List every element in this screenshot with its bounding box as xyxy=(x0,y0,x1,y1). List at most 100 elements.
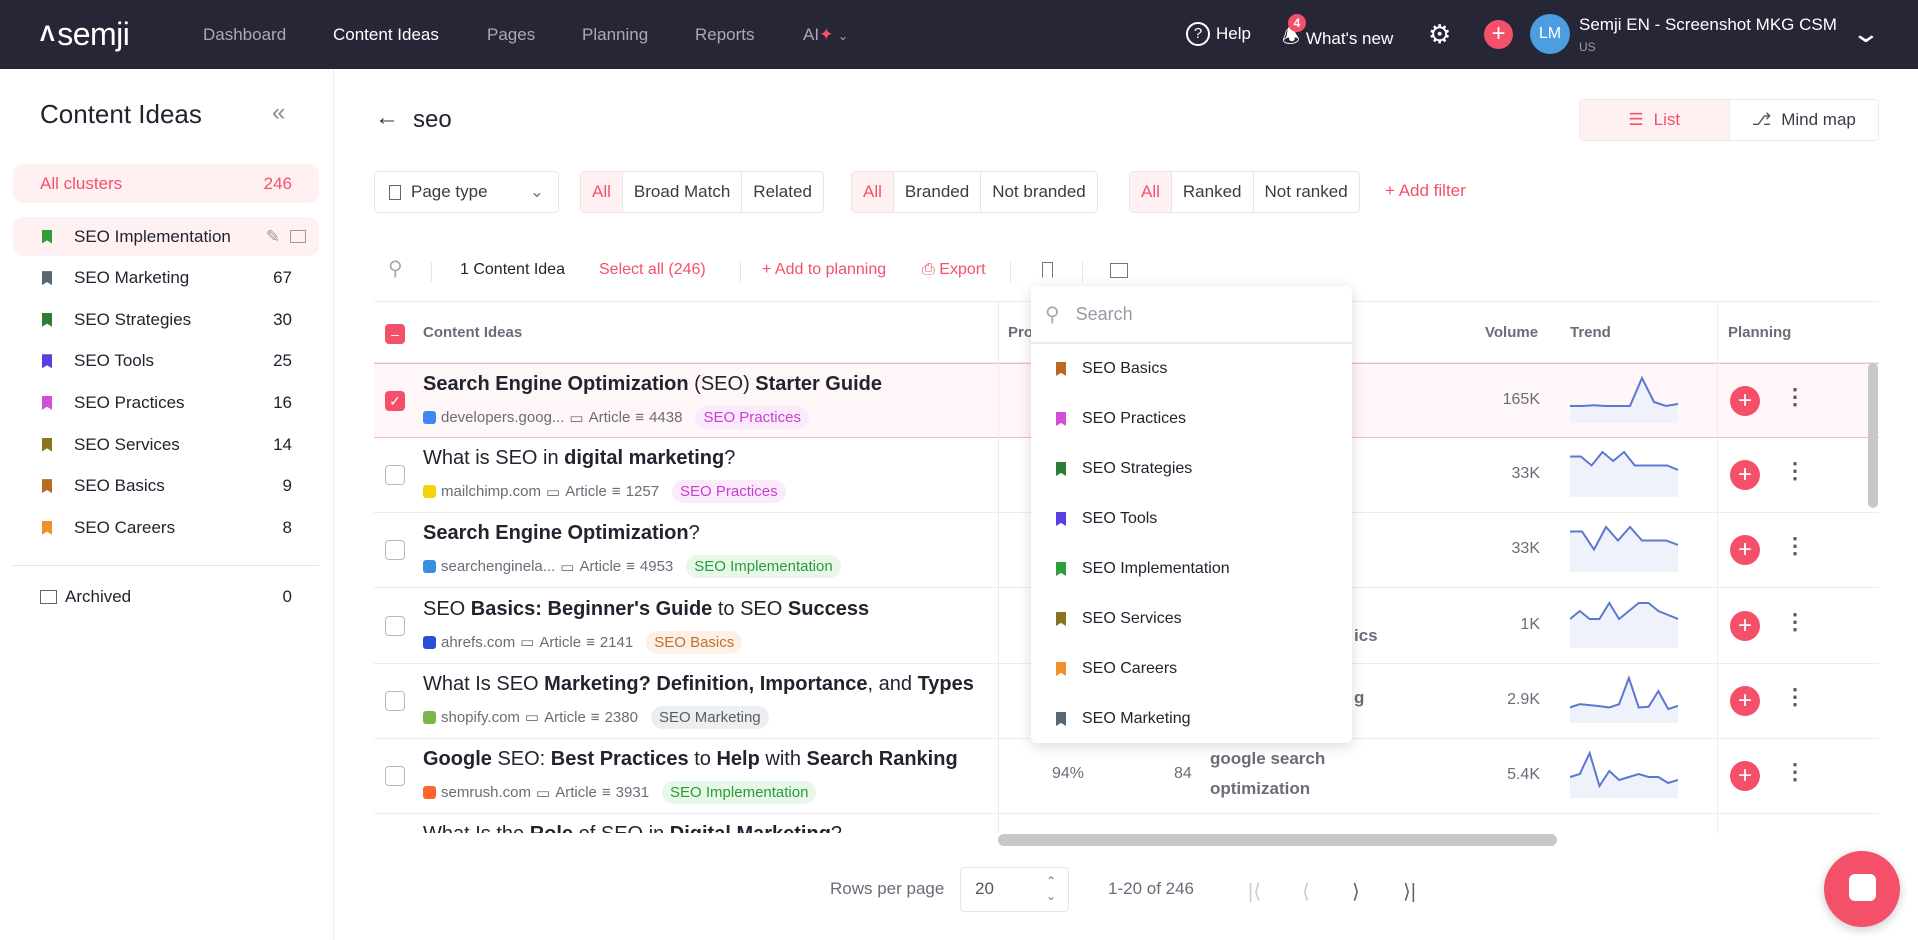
rank-all-button[interactable]: All xyxy=(1130,172,1171,212)
back-arrow-icon[interactable]: ← xyxy=(375,104,399,132)
row-checkbox[interactable]: ✓ xyxy=(385,391,405,411)
semji-logo[interactable]: Λsemji xyxy=(40,16,130,53)
content-idea-title[interactable]: Google SEO: Best Practices to Help with … xyxy=(423,748,958,771)
edit-icon[interactable]: ✎ xyxy=(266,227,280,247)
dropdown-cluster-option[interactable]: SEO Careers xyxy=(1031,644,1352,694)
search-icon[interactable]: ⚲ xyxy=(388,256,403,281)
more-options-icon[interactable]: ⋮ xyxy=(1784,759,1806,785)
vertical-scrollbar[interactable] xyxy=(1868,363,1878,508)
nav-dashboard[interactable]: Dashboard xyxy=(203,25,286,45)
add-to-planning-icon[interactable]: + xyxy=(1730,386,1760,416)
nav-reports[interactable]: Reports xyxy=(695,25,755,45)
list-view-button[interactable]: ☰ List xyxy=(1580,100,1730,140)
select-all-checkbox[interactable]: – xyxy=(385,324,405,344)
cluster-tag[interactable]: SEO Implementation xyxy=(686,555,841,579)
branded-button[interactable]: Branded xyxy=(892,172,980,212)
related-button[interactable]: Related xyxy=(741,172,823,212)
table-row[interactable]: What Is the Role of SEO in Digital Marke… xyxy=(374,814,1879,833)
add-to-planning-button[interactable]: + Add to planning xyxy=(762,261,886,279)
rows-per-page-select[interactable]: 20 ⌃ ⌄ xyxy=(960,867,1069,912)
sidebar-item-cluster[interactable]: SEO Implementation ✎ xyxy=(13,217,319,256)
sidebar-item-cluster[interactable]: SEO Tools 25 xyxy=(13,342,319,381)
add-to-planning-icon[interactable]: + xyxy=(1730,460,1760,491)
create-button[interactable]: + xyxy=(1484,20,1513,49)
sidebar-item-all-clusters[interactable]: All clusters 246 xyxy=(13,164,319,203)
match-all-button[interactable]: All xyxy=(581,172,622,212)
content-idea-title[interactable]: What is SEO in digital marketing? xyxy=(423,447,735,470)
cluster-search-input[interactable] xyxy=(1075,303,1306,325)
sidebar-item-cluster[interactable]: SEO Basics 9 xyxy=(13,467,319,506)
next-page-icon[interactable]: ⟩ xyxy=(1352,879,1360,904)
gear-icon[interactable]: ⚙ xyxy=(1428,19,1451,50)
sidebar-item-cluster[interactable]: SEO Marketing 67 xyxy=(13,259,319,298)
collapse-sidebar-icon[interactable]: « xyxy=(272,99,285,127)
more-options-icon[interactable]: ⋮ xyxy=(1784,609,1806,635)
sidebar-item-cluster[interactable]: SEO Practices 16 xyxy=(13,383,319,422)
column-header-trend[interactable]: Trend xyxy=(1570,324,1611,341)
export-button[interactable]: ⎙ Export xyxy=(922,261,986,279)
more-options-icon[interactable]: ⋮ xyxy=(1784,384,1806,410)
brand-all-button[interactable]: All xyxy=(852,172,893,212)
cluster-tag[interactable]: SEO Marketing xyxy=(650,705,769,729)
nav-ai[interactable]: AI✦ ⌄ xyxy=(803,25,848,45)
content-idea-title[interactable]: What Is SEO Marketing? Definition, Impor… xyxy=(423,673,974,696)
cluster-tag[interactable]: SEO Practices xyxy=(672,480,786,504)
row-checkbox[interactable] xyxy=(385,690,405,711)
content-idea-title[interactable]: Search Engine Optimization? xyxy=(423,522,700,545)
content-idea-title[interactable]: SEO Basics: Beginner's Guide to SEO Succ… xyxy=(423,598,869,621)
sidebar-item-archived[interactable]: Archived 0 xyxy=(40,587,292,607)
row-checkbox[interactable] xyxy=(385,615,405,636)
bookmark-icon[interactable] xyxy=(1042,262,1053,278)
archive-icon[interactable] xyxy=(290,230,306,243)
workspace-name[interactable]: Semji EN - Screenshot MKG CSM xyxy=(1579,15,1837,35)
sidebar-item-cluster[interactable]: SEO Services 14 xyxy=(13,425,319,464)
sidebar-item-cluster[interactable]: SEO Strategies 30 xyxy=(13,300,319,339)
nav-pages[interactable]: Pages xyxy=(487,25,535,45)
broad-match-button[interactable]: Broad Match xyxy=(621,172,741,212)
row-checkbox[interactable] xyxy=(385,766,405,786)
nav-content-ideas[interactable]: Content Ideas xyxy=(333,25,439,45)
dropdown-cluster-option[interactable]: SEO Basics xyxy=(1031,344,1352,394)
content-idea-title[interactable]: What Is the Role of SEO in Digital Marke… xyxy=(423,823,842,833)
chat-support-button[interactable] xyxy=(1824,851,1900,927)
add-to-planning-icon[interactable]: + xyxy=(1730,685,1760,716)
prev-page-icon[interactable]: ⟨ xyxy=(1302,879,1310,904)
content-idea-title[interactable]: Search Engine Optimization (SEO) Starter… xyxy=(423,373,882,396)
select-all-button[interactable]: Select all (246) xyxy=(599,261,706,279)
sidebar-item-cluster[interactable]: SEO Careers 8 xyxy=(13,508,319,547)
cluster-tag[interactable]: SEO Implementation xyxy=(662,781,817,804)
add-filter-button[interactable]: + Add filter xyxy=(1385,181,1466,201)
chevron-down-icon[interactable]: ⌄ xyxy=(1851,18,1882,49)
column-header-volume[interactable]: Volume xyxy=(1485,324,1538,341)
column-header-content-ideas[interactable]: Content Ideas xyxy=(423,324,522,341)
avatar[interactable]: LM xyxy=(1530,14,1570,54)
dropdown-cluster-option[interactable]: SEO Services xyxy=(1031,594,1352,644)
horizontal-scrollbar[interactable] xyxy=(998,834,1557,846)
help-button[interactable]: ? Help xyxy=(1186,22,1251,46)
not-branded-button[interactable]: Not branded xyxy=(980,172,1097,212)
more-options-icon[interactable]: ⋮ xyxy=(1784,533,1806,559)
nav-planning[interactable]: Planning xyxy=(582,25,648,45)
dropdown-cluster-option[interactable]: SEO Marketing xyxy=(1031,694,1352,744)
row-checkbox[interactable] xyxy=(385,540,405,561)
last-page-icon[interactable]: ⟩| xyxy=(1403,879,1416,904)
add-to-planning-icon[interactable]: + xyxy=(1730,761,1760,791)
ranked-button[interactable]: Ranked xyxy=(1170,172,1253,212)
add-to-planning-icon[interactable]: + xyxy=(1730,535,1760,566)
more-options-icon[interactable]: ⋮ xyxy=(1784,458,1806,484)
cluster-tag[interactable]: SEO Basics xyxy=(646,630,743,654)
column-header-planning[interactable]: Planning xyxy=(1728,324,1791,341)
more-options-icon[interactable]: ⋮ xyxy=(1784,684,1806,710)
first-page-icon[interactable]: |⟨ xyxy=(1248,879,1261,904)
dropdown-cluster-option[interactable]: SEO Practices xyxy=(1031,394,1352,444)
dropdown-cluster-option[interactable]: SEO Strategies xyxy=(1031,444,1352,494)
dropdown-cluster-option[interactable]: SEO Implementation xyxy=(1031,544,1352,594)
not-ranked-button[interactable]: Not ranked xyxy=(1252,172,1359,212)
cluster-tag[interactable]: SEO Practices xyxy=(695,406,809,429)
table-row[interactable]: Google SEO: Best Practices to Help with … xyxy=(374,739,1879,814)
column-header-pro[interactable]: Pro xyxy=(1008,324,1033,341)
add-to-planning-icon[interactable]: + xyxy=(1730,610,1760,641)
dropdown-cluster-option[interactable]: SEO Tools xyxy=(1031,494,1352,544)
mind-map-view-button[interactable]: ⎇ Mind map xyxy=(1730,100,1879,140)
row-checkbox[interactable] xyxy=(385,465,405,486)
